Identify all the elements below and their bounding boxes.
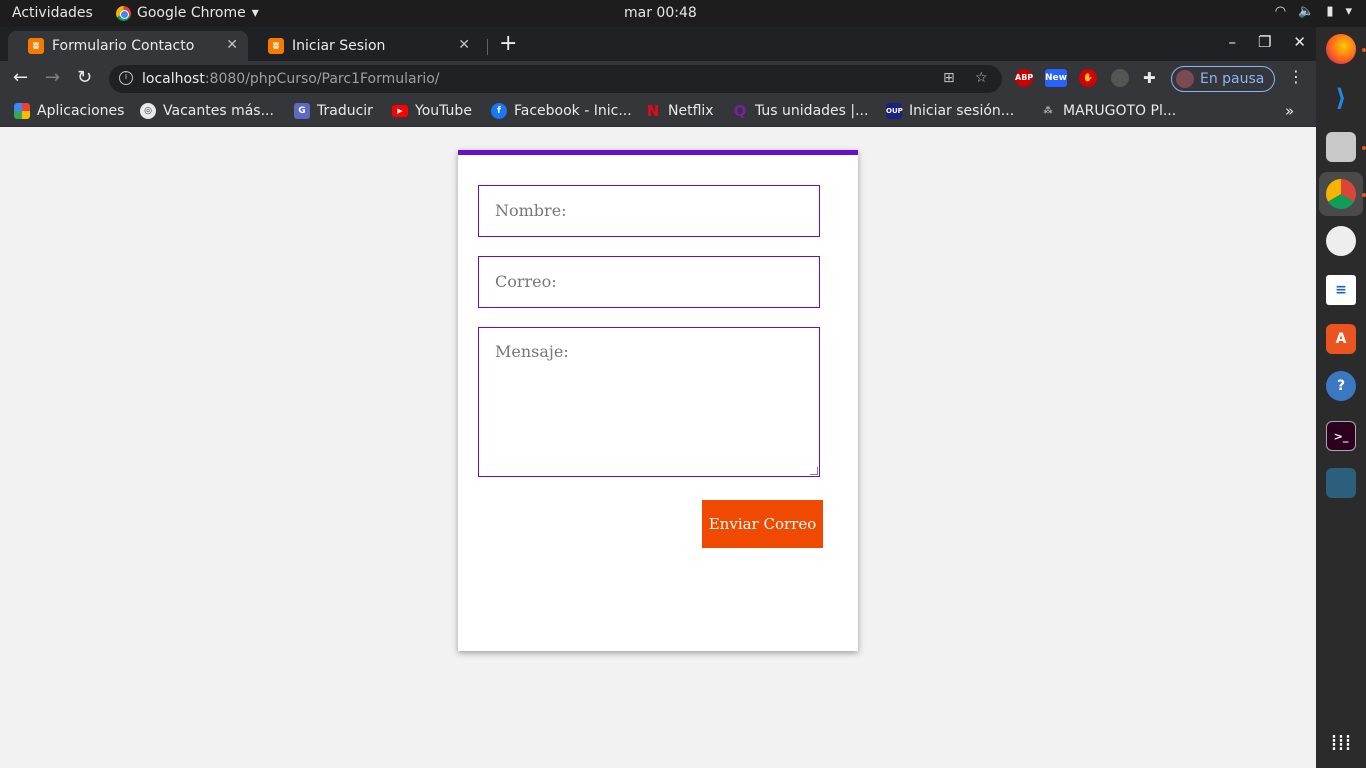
more-bookmarks-icon[interactable]: »	[1285, 102, 1294, 120]
show-applications-icon[interactable]: ⁞⁞⁞	[1329, 732, 1353, 756]
app-menu-label: Google Chrome	[137, 5, 246, 21]
bookmark-label: Tus unidades |...	[755, 103, 869, 119]
translate-icon[interactable]: ⊞	[943, 70, 955, 86]
close-icon[interactable]: ✕	[226, 37, 238, 53]
vscode-icon[interactable]: ⟩	[1326, 83, 1356, 113]
tab-formulario-contacto[interactable]: ʬ Formulario Contacto ✕	[8, 31, 248, 61]
running-indicator	[1362, 193, 1366, 197]
bookmark-aplicaciones[interactable]: Aplicaciones	[14, 103, 124, 119]
bookmark-iniciar-sesion[interactable]: OUP Iniciar sesión...	[886, 103, 1014, 119]
tab-strip: ʬ Formulario Contacto ✕ ʬ Iniciar Sesion…	[0, 27, 1316, 61]
youtube-icon: ▶	[392, 105, 408, 117]
q-icon: Q	[733, 102, 747, 120]
bookmark-label: Traducir	[317, 103, 373, 119]
battery-icon: ▮	[1326, 4, 1334, 19]
software-icon[interactable]: A	[1326, 324, 1356, 354]
reload-button[interactable]: ↻	[77, 67, 92, 88]
files-icon[interactable]	[1326, 132, 1356, 162]
adblock-plus-icon[interactable]: ABP	[1015, 69, 1033, 87]
email-field[interactable]: Correo:	[478, 256, 820, 308]
chrome-icon[interactable]	[1326, 179, 1356, 209]
app-menu[interactable]: Google Chrome ▾	[116, 5, 259, 21]
minimize-button[interactable]: –	[1228, 33, 1236, 51]
ghost-extension-icon[interactable]	[1111, 69, 1129, 87]
bookmark-label: MARUGOTO Pl...	[1063, 103, 1177, 119]
browser-toolbar: ← → ↻ i localhost:8080/phpCurso/Parc1For…	[0, 61, 1316, 97]
chevron-down-icon: ▾	[251, 5, 259, 21]
bookmark-label: Netflix	[668, 103, 714, 119]
chevron-down-icon: ▾	[1345, 4, 1352, 19]
translate-icon: G	[294, 103, 310, 119]
wifi-icon: ◠	[1274, 4, 1287, 19]
firefox-icon[interactable]	[1326, 34, 1356, 64]
bookmarks-bar: Aplicaciones ◎ Vacantes más... G Traduci…	[0, 97, 1316, 127]
message-textarea[interactable]: Mensaje:	[478, 327, 820, 477]
back-button[interactable]: ←	[13, 67, 28, 88]
bookmark-youtube[interactable]: ▶ YouTube	[392, 103, 472, 119]
globe-icon: ◎	[140, 103, 156, 119]
mysql-workbench-icon[interactable]	[1326, 468, 1356, 498]
running-indicator	[1362, 146, 1366, 150]
profile-label: En pausa	[1200, 71, 1265, 87]
chrome-icon	[116, 5, 131, 21]
netflix-icon: N	[646, 102, 660, 120]
restore-button[interactable]: ❐	[1258, 33, 1271, 51]
terminal-icon[interactable]: >_	[1326, 421, 1356, 451]
info-icon[interactable]: i	[119, 71, 133, 85]
new-extension-icon[interactable]: New	[1045, 69, 1067, 87]
close-icon[interactable]: ✕	[458, 37, 470, 53]
xampp-icon: ʬ	[28, 38, 44, 54]
menu-icon[interactable]: ⋮	[1288, 67, 1304, 86]
bookmark-vacantes[interactable]: ◎ Vacantes más...	[140, 103, 274, 119]
system-top-bar: Actividades Google Chrome ▾ mar 00:48 ◠ …	[0, 0, 1366, 27]
xampp-icon: ʬ	[268, 38, 284, 54]
bookmark-label: Aplicaciones	[37, 103, 125, 119]
bookmark-label: Vacantes más...	[163, 103, 274, 119]
bookmark-label: Iniciar sesión...	[909, 103, 1015, 119]
writer-icon[interactable]: ≡	[1326, 275, 1356, 305]
marugoto-icon: ⁂	[1043, 106, 1053, 116]
bookmark-marugoto[interactable]: ⁂ MARUGOTO Pl...	[1040, 103, 1176, 119]
tab-label: Iniciar Sesion	[292, 38, 386, 54]
help-icon[interactable]: ?	[1326, 371, 1356, 401]
window-controls: – ❐ ✕	[1228, 33, 1306, 51]
facebook-icon: f	[491, 103, 507, 119]
resize-handle[interactable]	[810, 467, 818, 475]
bookmark-facebook[interactable]: f Facebook - Inic...	[491, 103, 632, 119]
puzzle-icon[interactable]: ✚	[1143, 69, 1156, 87]
clock[interactable]: mar 00:48	[624, 5, 697, 21]
system-tray[interactable]: ◠ 🔈 ▮ ▾	[1275, 4, 1352, 19]
activities-button[interactable]: Actividades	[12, 5, 93, 21]
name-field[interactable]: Nombre:	[478, 185, 820, 237]
tab-label: Formulario Contacto	[52, 38, 195, 54]
bookmark-traducir[interactable]: G Traducir	[294, 103, 373, 119]
close-window-button[interactable]: ✕	[1293, 33, 1306, 51]
tab-iniciar-sesion[interactable]: ʬ Iniciar Sesion ✕	[248, 31, 488, 61]
oup-icon: OUP	[886, 103, 903, 119]
bookmark-label: YouTube	[415, 103, 472, 119]
bookmark-tus-unidades[interactable]: Q Tus unidades |...	[732, 102, 869, 120]
address-bar[interactable]: i localhost:8080/phpCurso/Parc1Formulari…	[109, 65, 1002, 93]
profile-button[interactable]: En pausa	[1171, 66, 1275, 92]
contact-form: Nombre: Correo: Mensaje: Enviar Correo	[458, 150, 858, 651]
star-icon[interactable]: ☆	[975, 70, 988, 86]
url-text[interactable]: localhost:8080/phpCurso/Parc1Formulario/	[142, 71, 440, 87]
ubuntu-dock: ⟩ ≡ A ? >_ ⁞⁞⁞	[1316, 27, 1366, 768]
avatar	[1176, 70, 1194, 88]
send-email-button[interactable]: Enviar Correo	[702, 500, 823, 548]
page-viewport: Nombre: Correo: Mensaje: Enviar Correo	[0, 128, 1316, 768]
volume-icon: 🔈	[1298, 4, 1315, 19]
new-tab-button[interactable]: +	[499, 31, 517, 57]
hand-stop-icon[interactable]: ✋	[1079, 69, 1097, 87]
forward-button[interactable]: →	[45, 67, 60, 88]
bookmark-netflix[interactable]: N Netflix	[645, 103, 714, 119]
bookmark-label: Facebook - Inic...	[514, 103, 632, 119]
rhythmbox-icon[interactable]	[1326, 226, 1356, 256]
message-placeholder: Mensaje:	[495, 342, 569, 361]
running-indicator	[1362, 48, 1366, 52]
apps-grid-icon	[14, 103, 30, 119]
